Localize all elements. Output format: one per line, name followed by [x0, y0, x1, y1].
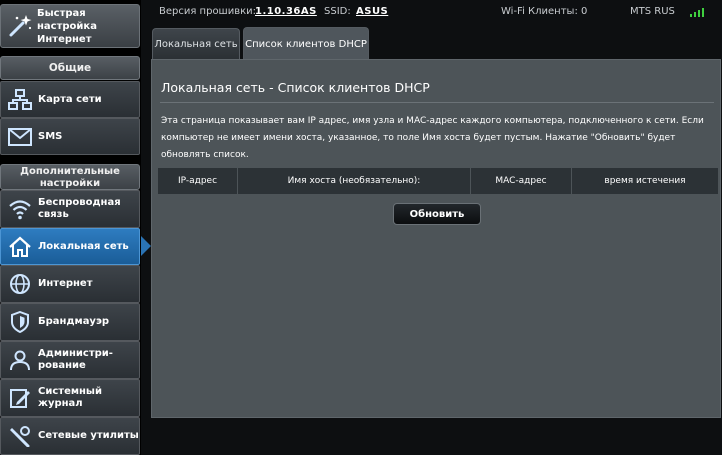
log-edit-icon [5, 384, 35, 412]
signal-strength-icon [690, 8, 704, 17]
home-icon [5, 233, 35, 261]
sidebar: Быстрая настройка Интернет Общие Карта с… [0, 0, 141, 455]
general-section-header: Общие [0, 56, 140, 80]
sidebar-item-label: Локальная сеть [38, 240, 129, 252]
refresh-button[interactable]: Обновить [393, 203, 481, 225]
tab-label: Локальная сеть [154, 39, 238, 50]
sidebar-item-sms[interactable]: SMS [0, 118, 140, 155]
sidebar-item-label: Беспроводная связь [38, 197, 121, 220]
quick-setup-button[interactable]: Быстрая настройка Интернет [0, 4, 140, 48]
tools-icon [5, 422, 35, 450]
ssid-link[interactable]: ASUS [356, 6, 388, 17]
dhcp-clients-table: IP-адрес Имя хоста (необязательно): MAC-… [157, 167, 719, 195]
sidebar-item-label: SMS [38, 130, 63, 142]
advanced-section-header: Дополнительные настройки [0, 164, 140, 190]
sidebar-item-label: Администри-рование [38, 348, 113, 371]
shield-icon [5, 308, 35, 336]
tab-lan[interactable]: Локальная сеть [152, 28, 240, 60]
tab-dhcp-clients[interactable]: Список клиентов DHCP [243, 27, 369, 61]
page-title: Локальная сеть - Список клиентов DHCP [161, 80, 430, 95]
firmware-version-link[interactable]: 1.10.36AS [255, 6, 317, 17]
wifi-clients-count: Wi-Fi Клиенты: 0 [501, 6, 588, 17]
title-divider [160, 102, 714, 103]
advanced-header-label: Дополнительные настройки [20, 166, 120, 189]
sidebar-item-label: Сетевые утилиты [38, 430, 139, 441]
tab-label: Список клиентов DHCP [245, 39, 367, 50]
column-hostname: Имя хоста (необязательно): [237, 167, 471, 195]
magic-wand-icon [5, 11, 35, 41]
column-expiry: время истечения [571, 167, 719, 195]
general-header-label: Общие [48, 62, 92, 74]
envelope-icon [5, 123, 35, 151]
status-bar: Версия прошивки: 1.10.36AS SSID: ASUS Wi… [152, 0, 722, 24]
ssid-label: SSID: [324, 6, 351, 17]
main-content: Локальная сеть - Список клиентов DHCP Эт… [151, 59, 721, 418]
sidebar-item-administration[interactable]: Администри-рование [0, 341, 140, 379]
admin-user-icon [5, 346, 35, 374]
operator-name: MTS RUS [630, 6, 675, 17]
globe-icon [5, 270, 35, 298]
sidebar-item-network-map[interactable]: Карта сети [0, 81, 140, 118]
sidebar-item-label: Брандмауэр [38, 316, 110, 327]
sidebar-item-wireless[interactable]: Беспроводная связь [0, 190, 140, 228]
sidebar-item-network-tools[interactable]: Сетевые утилиты [0, 417, 140, 455]
active-item-arrow [141, 236, 151, 256]
network-map-icon [5, 86, 35, 114]
column-ip: IP-адрес [157, 167, 238, 195]
sidebar-item-label: Карта сети [38, 93, 102, 105]
sidebar-item-label: Системный журнал [38, 386, 102, 409]
quick-setup-label: Быстрая настройка Интернет [37, 7, 97, 45]
wireless-icon [5, 195, 35, 223]
table-header-row: IP-адрес Имя хоста (необязательно): MAC-… [157, 167, 719, 195]
sidebar-item-lan[interactable]: Локальная сеть [0, 228, 140, 265]
column-mac: MAC-адрес [470, 167, 572, 195]
sidebar-item-label: Интернет [38, 278, 93, 289]
sidebar-item-firewall[interactable]: Брандмауэр [0, 303, 140, 341]
sidebar-item-internet[interactable]: Интернет [0, 265, 140, 303]
sidebar-item-system-log[interactable]: Системный журнал [0, 379, 140, 417]
page-description: Эта страница показывает вам IP адрес, им… [161, 116, 704, 160]
firmware-label: Версия прошивки: [159, 6, 257, 17]
